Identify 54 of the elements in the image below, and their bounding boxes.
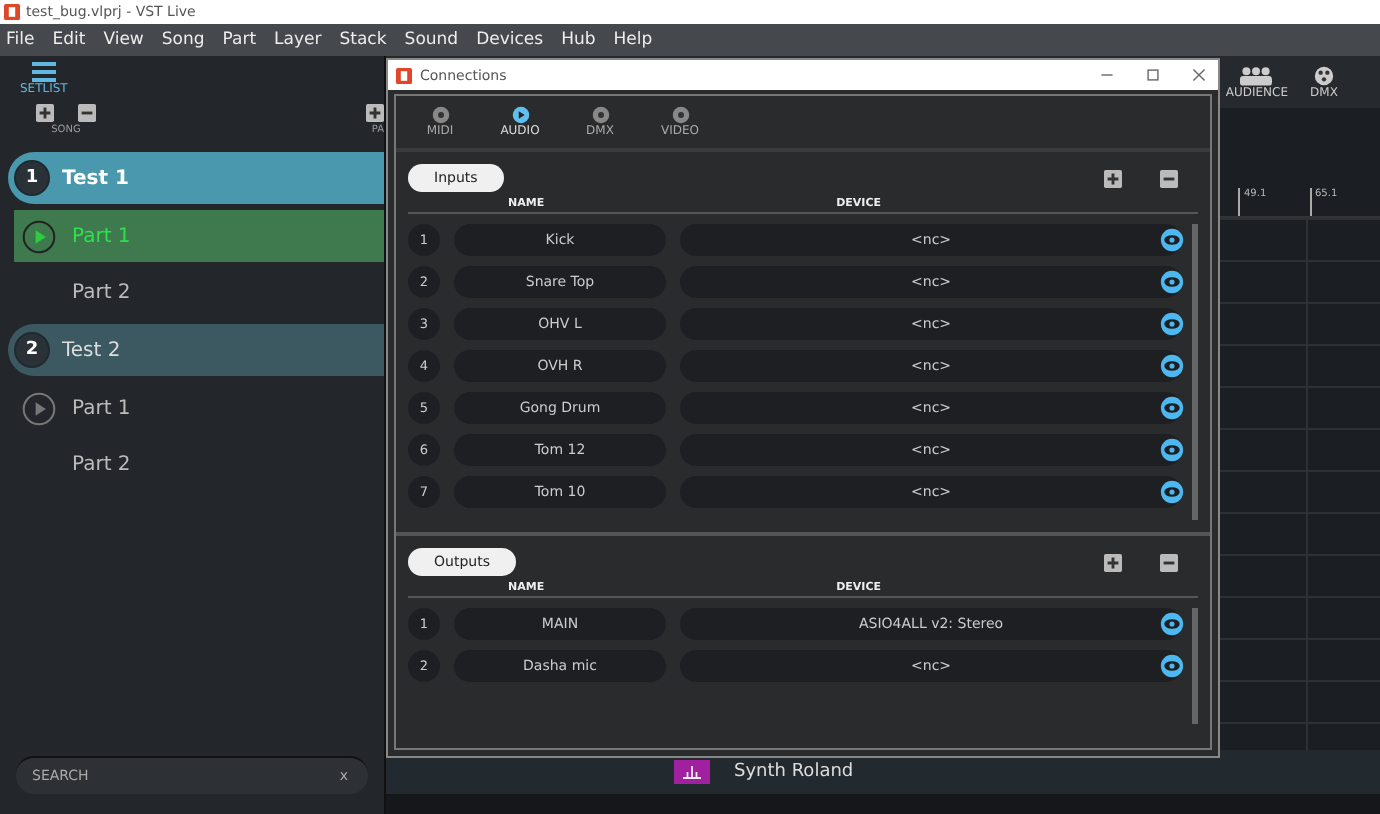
close-icon[interactable]	[1192, 68, 1206, 82]
play-icon[interactable]	[22, 391, 56, 425]
menu-item[interactable]: Song	[161, 30, 205, 50]
menu-item[interactable]: File	[6, 30, 35, 50]
eye-icon[interactable]	[1160, 270, 1185, 294]
menu-icon[interactable]	[32, 62, 56, 82]
song-row[interactable]: 1 Test 1	[8, 152, 384, 204]
eye-icon[interactable]	[1160, 354, 1185, 378]
part-title: Part 1	[72, 225, 131, 247]
menu-item[interactable]: Sound	[404, 30, 459, 50]
menu-item[interactable]: Part	[222, 30, 257, 50]
add-icon[interactable]	[366, 104, 384, 122]
menu-item[interactable]: View	[103, 30, 144, 50]
remove-icon[interactable]	[1160, 553, 1178, 571]
track-name: Synth Roland	[734, 761, 854, 781]
part-title: Part 2	[72, 281, 131, 303]
play-icon	[511, 106, 529, 124]
eye-icon[interactable]	[1160, 312, 1185, 336]
song-number: 2	[14, 332, 50, 368]
eye-icon[interactable]	[1160, 654, 1185, 678]
menu-item[interactable]: Devices	[476, 30, 544, 50]
menu-item[interactable]: Layer	[274, 30, 322, 50]
eye-icon[interactable]	[1160, 480, 1185, 504]
play-icon[interactable]	[22, 219, 56, 253]
dot-icon	[591, 106, 609, 124]
waveform-icon	[674, 757, 710, 785]
dot-icon	[671, 106, 689, 124]
eye-icon[interactable]	[1160, 438, 1185, 462]
eye-icon[interactable]	[1160, 612, 1185, 636]
part-title: Part 2	[72, 453, 131, 475]
eye-icon[interactable]	[1160, 228, 1185, 252]
part-row[interactable]: Part 2	[14, 266, 384, 318]
song-number: 1	[14, 160, 50, 196]
app-icon	[396, 67, 412, 83]
menu-item[interactable]: Edit	[52, 30, 86, 50]
part-row[interactable]: Part 1	[14, 382, 384, 434]
dot-icon	[431, 106, 449, 124]
song-row[interactable]: 2 Test 2	[8, 324, 384, 376]
part-row[interactable]: Part 2	[14, 438, 384, 490]
remove-icon[interactable]	[1160, 169, 1178, 187]
minimize-icon[interactable]	[1100, 68, 1114, 82]
people-icon[interactable]	[1240, 65, 1273, 85]
menu-item[interactable]: Help	[613, 30, 653, 50]
remove-icon[interactable]	[78, 104, 96, 122]
eye-icon[interactable]	[1160, 396, 1185, 420]
song-title: Test 1	[62, 167, 129, 189]
maximize-icon[interactable]	[1146, 68, 1160, 82]
part-title: Part 1	[72, 397, 131, 419]
add-icon[interactable]	[36, 104, 54, 122]
add-icon[interactable]	[1104, 169, 1122, 187]
menu-item[interactable]: Stack	[339, 30, 387, 50]
menu-item[interactable]: Hub	[561, 30, 596, 50]
song-title: Test 2	[62, 339, 121, 361]
add-icon[interactable]	[1104, 553, 1122, 571]
